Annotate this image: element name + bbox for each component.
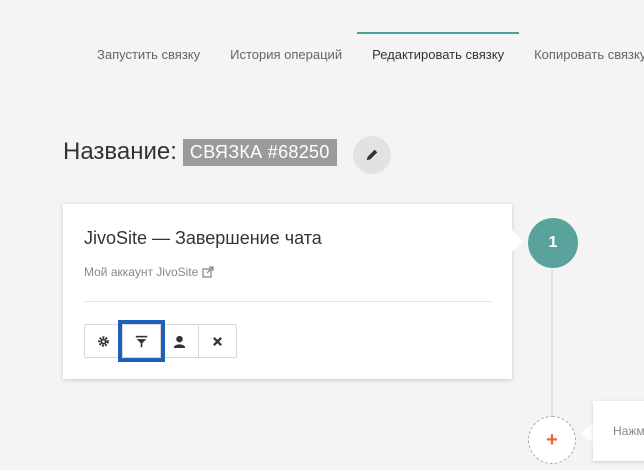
tabs-bar: Запустить связку История операций Редакт… [82, 32, 644, 74]
account-label: Мой аккаунт JivoSite [84, 265, 199, 279]
settings-button[interactable] [84, 324, 123, 358]
filter-button[interactable] [118, 320, 165, 362]
filter-icon [135, 335, 148, 347]
hint-pointer [581, 423, 593, 443]
user-button[interactable] [160, 324, 199, 358]
add-step-button[interactable]: + [528, 416, 576, 464]
tab-run[interactable]: Запустить связку [82, 32, 215, 74]
user-icon [173, 335, 186, 348]
account-link[interactable]: Мой аккаунт JivoSite [84, 265, 214, 279]
step-card: JivoSite — Завершение чата Мой аккаунт J… [63, 204, 512, 379]
tab-edit[interactable]: Редактировать связку [357, 32, 520, 74]
card-toolbar [84, 320, 237, 362]
tab-history[interactable]: История операций [215, 32, 357, 74]
hint-tooltip: Нажм [593, 401, 644, 461]
step-number: 1 [528, 218, 578, 268]
tab-copy[interactable]: Копировать связку [519, 32, 644, 74]
title-label: Название: [63, 138, 177, 165]
page-title: Название: СВЯЗКА #68250 [63, 138, 337, 166]
edit-title-button[interactable] [353, 136, 391, 174]
card-title: JivoSite — Завершение чата [84, 228, 322, 248]
close-icon [213, 336, 222, 346]
pencil-icon [366, 149, 378, 161]
gear-icon [98, 335, 109, 347]
card-divider [84, 301, 492, 302]
title-value: СВЯЗКА #68250 [182, 138, 337, 166]
delete-button[interactable] [198, 324, 237, 358]
timeline-line [551, 268, 553, 428]
card-pointer [511, 229, 523, 253]
external-link-icon [202, 266, 214, 278]
